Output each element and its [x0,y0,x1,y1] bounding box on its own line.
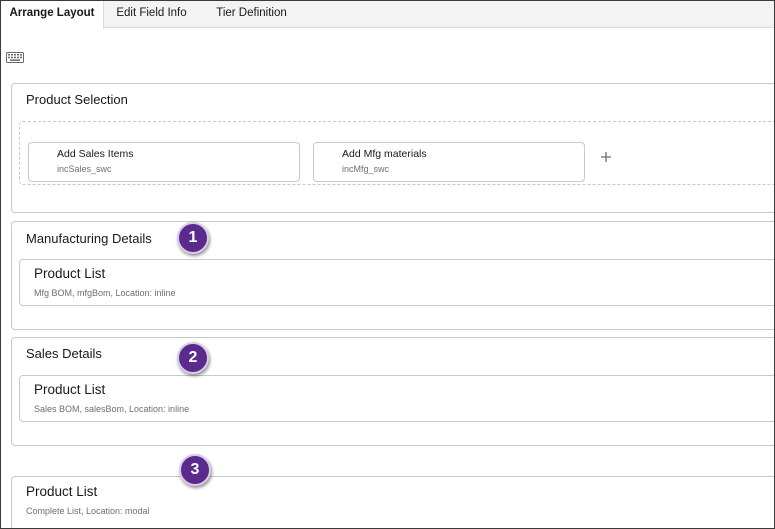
product-selection-section: Product Selection Add Sales Items incSal… [11,83,774,213]
sales-details-section: Sales Details Product List Sales BOM, sa… [11,337,774,446]
tab-edit-field-info[interactable]: Edit Field Info [104,1,199,28]
callout-badge-1: 1 [177,222,209,254]
callout-badge-2: 2 [177,342,209,374]
section-title: Product Selection [26,92,128,107]
tab-tier-definition[interactable]: Tier Definition [199,1,304,28]
list-subtitle: Mfg BOM, mfgBom, Location: inline [34,288,176,298]
keyboard-icon[interactable] [6,52,24,63]
list-subtitle: Complete List, Location: modal [26,506,150,516]
list-title: Product List [34,382,106,397]
item-subtitle: incSales_swc [57,164,112,174]
tab-arrange-layout[interactable]: Arrange Layout [1,1,104,29]
page-frame: Arrange Layout Edit Field Info Tier Defi… [0,0,775,529]
product-list-card[interactable]: Product List Sales BOM, salesBom, Locati… [19,375,774,422]
list-title: Product List [26,484,98,499]
add-sales-items-card[interactable]: Add Sales Items incSales_swc [28,142,300,182]
item-title: Add Sales Items [57,148,134,160]
manufacturing-details-section: Manufacturing Details Product List Mfg B… [11,221,774,330]
section-title: Sales Details [26,346,102,361]
product-list-card[interactable]: Product List Mfg BOM, mfgBom, Location: … [19,259,774,306]
callout-badge-3: 3 [179,454,211,486]
tab-bar: Arrange Layout Edit Field Info Tier Defi… [1,1,774,29]
item-title: Add Mfg materials [342,148,427,160]
plus-icon[interactable] [599,150,613,164]
list-title: Product List [34,266,106,281]
complete-product-list-card[interactable]: Product List Complete List, Location: mo… [11,476,774,528]
add-mfg-materials-card[interactable]: Add Mfg materials incMfg_swc [313,142,585,182]
section-title: Manufacturing Details [26,231,152,246]
list-subtitle: Sales BOM, salesBom, Location: inline [34,404,190,414]
item-subtitle: incMfg_swc [342,164,390,174]
item-dropzone: Add Sales Items incSales_swc Add Mfg mat… [19,121,774,185]
